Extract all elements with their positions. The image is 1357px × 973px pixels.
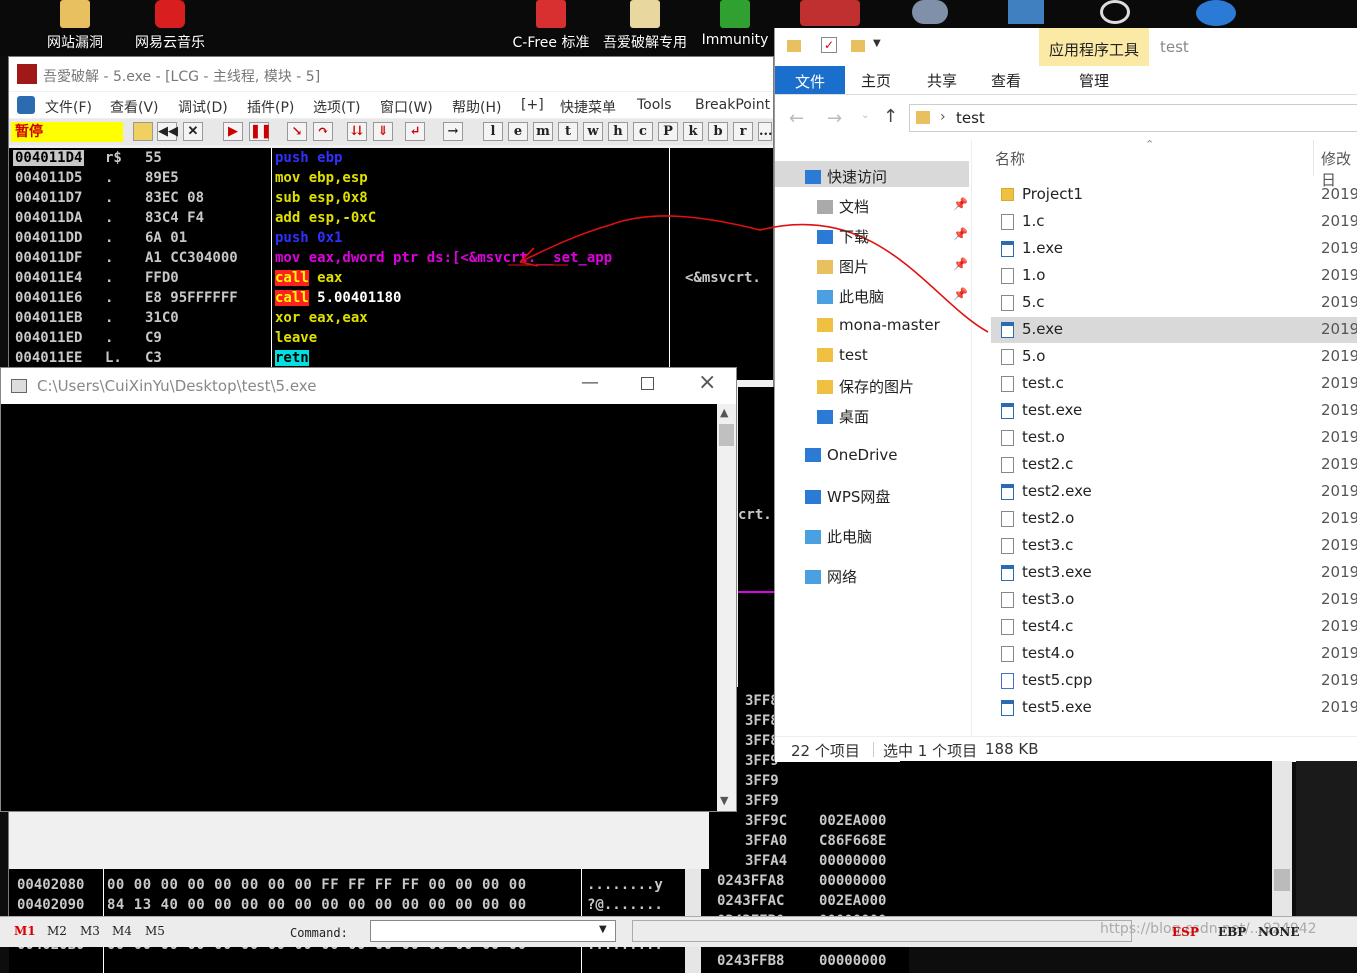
nav-item[interactable]: 下载 bbox=[817, 226, 869, 247]
nav-folder-icon bbox=[805, 448, 821, 462]
nav-item-label: 下载 bbox=[839, 228, 870, 246]
nav-item-label: test bbox=[839, 346, 868, 364]
nav-item-label: 此电脑 bbox=[827, 528, 873, 546]
nav-item-label: mona-master bbox=[839, 316, 940, 334]
nav-item[interactable]: 桌面 bbox=[817, 406, 869, 427]
nav-folder-icon bbox=[817, 200, 833, 214]
nav-folder-icon bbox=[805, 530, 821, 544]
nav-folder-icon bbox=[817, 380, 833, 394]
nav-item[interactable]: 保存的图片 bbox=[817, 376, 914, 397]
pin-icon: 📌 bbox=[953, 197, 968, 211]
nav-item-label: WPS网盘 bbox=[827, 488, 891, 506]
nav-item-label: 网络 bbox=[827, 568, 858, 586]
nav-item[interactable]: WPS网盘 bbox=[805, 486, 890, 507]
nav-folder-icon bbox=[817, 348, 833, 362]
pin-icon: 📌 bbox=[953, 287, 968, 301]
nav-item[interactable]: 此电脑 bbox=[805, 526, 872, 547]
nav-item-label: 文档 bbox=[839, 198, 870, 216]
pin-icon: 📌 bbox=[953, 257, 968, 271]
navigation-pane: 快速访问文档 📌 下载 📌 图片 📌 此电脑 📌 mona-master test 保存的图片桌面 O… bbox=[775, 156, 971, 736]
nav-item[interactable]: mona-master bbox=[817, 316, 940, 334]
nav-item-label: 快速访问 bbox=[827, 168, 888, 186]
red-annotation-arrow bbox=[508, 215, 989, 333]
stack-address: 0243FFB8 bbox=[717, 953, 785, 969]
nav-item[interactable]: OneDrive bbox=[805, 446, 898, 464]
nav-folder-icon bbox=[805, 570, 821, 584]
nav-item-label: OneDrive bbox=[827, 446, 898, 464]
nav-item-label: 此电脑 bbox=[839, 288, 885, 306]
nav-folder-icon bbox=[805, 170, 821, 184]
nav-item[interactable]: test bbox=[817, 346, 868, 364]
nav-item[interactable]: 图片 bbox=[817, 256, 869, 277]
nav-item[interactable]: 此电脑 bbox=[817, 286, 884, 307]
nav-item-label: 保存的图片 bbox=[839, 378, 915, 396]
nav-item[interactable]: 快速访问 bbox=[775, 161, 969, 187]
nav-folder-icon bbox=[817, 290, 833, 304]
stack-value: 00000000 bbox=[819, 953, 887, 969]
nav-item[interactable]: 文档 bbox=[817, 196, 869, 217]
pin-icon: 📌 bbox=[953, 227, 968, 241]
nav-item-label: 图片 bbox=[839, 258, 870, 276]
nav-folder-icon bbox=[817, 260, 833, 274]
nav-folder-icon bbox=[817, 410, 833, 424]
nav-item-label: 桌面 bbox=[839, 408, 870, 426]
nav-folder-icon bbox=[805, 490, 821, 504]
nav-item[interactable]: 网络 bbox=[805, 566, 857, 587]
nav-folder-icon bbox=[817, 318, 833, 332]
nav-folder-icon bbox=[817, 230, 833, 244]
